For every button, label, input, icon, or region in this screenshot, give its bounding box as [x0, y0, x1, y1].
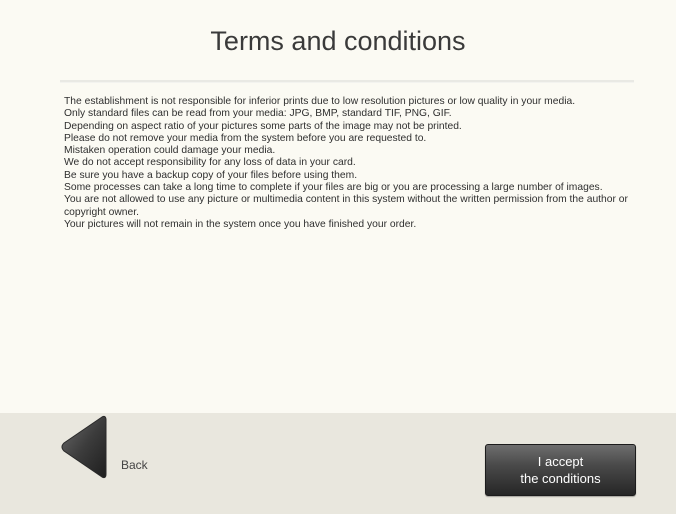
terms-item: Be sure you have a backup copy of your f… — [64, 169, 358, 181]
back-button[interactable]: Back — [58, 414, 178, 480]
terms-item: Only standard files can be read from you… — [64, 108, 452, 120]
accept-conditions-button[interactable]: I accept the conditions — [485, 444, 636, 496]
accept-label-line2: the conditions — [520, 471, 601, 486]
terms-item: Depending on aspect ratio of your pictur… — [64, 120, 462, 132]
page-title: Terms and conditions — [210, 26, 466, 56]
accept-label-line1: I accept — [537, 454, 584, 469]
triangle-left-icon — [61, 415, 107, 479]
terms-item: Mistaken operation could damage your med… — [64, 145, 276, 157]
terms-screen: Terms and conditions The establishment i… — [0, 0, 676, 514]
terms-item: Your pictures will not remain in the sys… — [64, 218, 417, 230]
terms-item: Some processes can take a long time to c… — [64, 182, 603, 194]
terms-item: We do not accept responsibility for any … — [64, 157, 356, 169]
title-divider — [60, 80, 634, 83]
terms-item: The establishment is not responsible for… — [64, 96, 576, 107]
terms-list: The establishment is not responsible for… — [64, 96, 640, 231]
terms-item: You are not allowed to use any picture o… — [64, 194, 628, 218]
back-label: Back — [121, 458, 148, 472]
terms-item: Please do not remove your media from the… — [64, 132, 427, 144]
